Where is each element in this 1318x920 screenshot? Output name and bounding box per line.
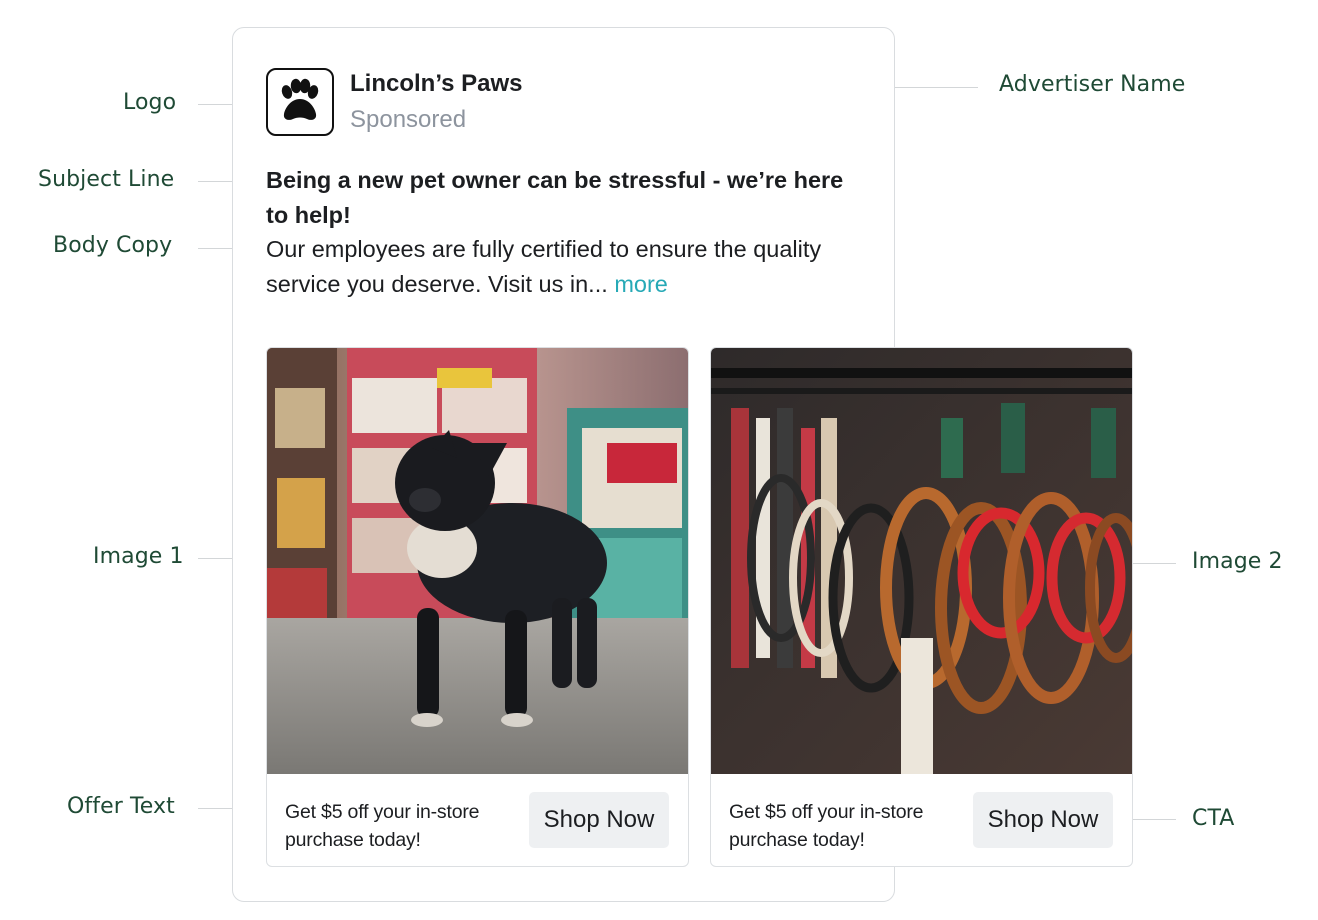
body-copy-text: Our employees are fully certified to ens… [266,236,822,297]
french-bulldog-in-pet-store-photo [267,348,688,774]
annotation-offer-text-label: Offer Text [67,794,175,819]
offer-text: Get $5 off your in-store purchase today! [729,801,924,851]
carousel-card-2[interactable]: Get $5 off your in-store purchase today!… [710,347,1133,867]
annotation-cta-label: CTA [1192,806,1235,831]
paw-icon [281,78,319,120]
advertiser-logo[interactable] [266,68,334,136]
shop-now-button[interactable]: Shop Now [973,792,1113,848]
image-1[interactable] [267,348,688,774]
dog-leashes-on-rack-photo [711,348,1132,774]
annotation-body-copy-label: Body Copy [53,233,173,258]
annotation-image-1-label: Image 1 [93,544,184,569]
advertiser-name[interactable]: Lincoln’s Paws [350,70,523,98]
annotation-subject-line-label: Subject Line [38,167,175,192]
sponsored-label: Sponsored [350,106,467,133]
body-copy: Our employees are fully certified to ens… [266,232,866,302]
annotation-image-2-label: Image 2 [1192,549,1283,574]
annotation-logo-label: Logo [123,90,177,115]
annotation-advertiser-name-label: Advertiser Name [999,72,1186,97]
carousel-card-1[interactable]: Get $5 off your in-store purchase today!… [266,347,689,867]
annotation-image-2-connector [1128,563,1176,564]
shop-now-button[interactable]: Shop Now [529,792,669,848]
offer-text: Get $5 off your in-store purchase today! [285,801,480,851]
image-2[interactable] [711,348,1132,774]
more-link[interactable]: more [614,271,668,297]
subject-line: Being a new pet owner can be stressful -… [266,167,844,228]
